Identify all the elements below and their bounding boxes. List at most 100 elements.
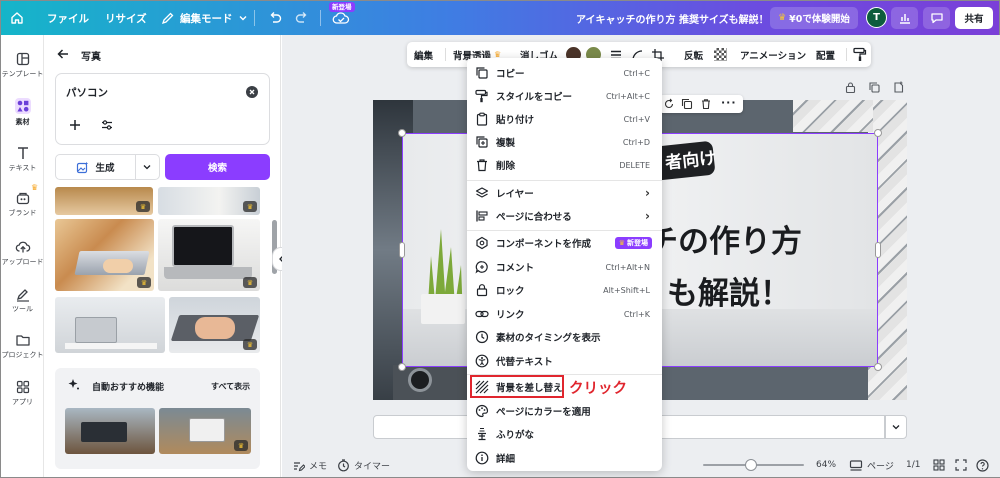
menu-item-create-component[interactable]: コンポーネントを作成 ♛ 新登場 — [467, 232, 662, 254]
back-button[interactable] — [56, 47, 70, 61]
help-button[interactable] — [976, 457, 989, 473]
insights-button[interactable] — [891, 7, 918, 29]
canvas-title-line1: チの作り方 — [647, 224, 802, 260]
resize-menu[interactable]: リサイズ — [105, 1, 147, 35]
rail-item-uploads[interactable]: アップロード — [1, 239, 44, 267]
share-button[interactable]: 共有 — [955, 7, 993, 29]
duplicate-page-button[interactable] — [868, 81, 881, 94]
info-icon — [475, 451, 489, 465]
duplicate-icon[interactable] — [681, 98, 693, 110]
crown-icon: ♛ — [137, 277, 151, 288]
more-options-icon[interactable]: ··· — [721, 96, 737, 109]
resize-handle[interactable] — [398, 129, 406, 137]
free-trial-button[interactable]: ♛ ¥0で体験開始 — [770, 7, 858, 29]
fullscreen-button[interactable] — [955, 457, 967, 473]
menu-item-copy-style[interactable]: スタイルをコピー Ctrl+Alt+C — [467, 85, 662, 107]
photo-thumbnail[interactable]: ♛ — [55, 187, 153, 215]
edit-mode-menu[interactable]: 編集モード — [161, 1, 248, 35]
side-rail: テンプレート 素材 テキスト ブランド ♛ アップロード ツール プロジェクト … — [1, 35, 44, 477]
add-page-button[interactable] — [892, 81, 905, 94]
photo-thumbnail[interactable] — [65, 408, 155, 454]
menu-item-alt-text[interactable]: 代替テキスト — [467, 350, 662, 372]
rail-item-draw[interactable]: ツール — [1, 286, 44, 314]
lock-icon — [845, 82, 856, 94]
pencil-icon — [161, 12, 174, 25]
rail-item-projects[interactable]: プロジェクト — [1, 332, 44, 360]
menu-item-paste[interactable]: 貼り付け Ctrl+V — [467, 108, 662, 130]
crown-icon: ♛ — [778, 13, 787, 23]
rail-item-text[interactable]: テキスト — [1, 145, 44, 173]
rail-item-apps[interactable]: アプリ — [1, 379, 44, 407]
notes-icon — [294, 461, 305, 471]
resize-handle[interactable] — [875, 242, 881, 258]
search-button[interactable]: 検索 — [165, 154, 270, 180]
notes-button[interactable]: メモ — [292, 457, 327, 473]
undo-button[interactable] — [267, 1, 283, 35]
transparency-icon[interactable] — [714, 48, 727, 61]
edit-image-button[interactable]: 編集 — [414, 42, 433, 67]
menu-item-copy[interactable]: コピー Ctrl+C — [467, 62, 662, 84]
menu-item-align-to-page[interactable]: ページに合わせる › — [467, 205, 662, 227]
photo-thumbnail[interactable]: ♛ — [55, 219, 154, 291]
magic-image-icon — [77, 161, 89, 173]
generate-button[interactable]: 生成 — [56, 155, 135, 179]
photo-thumbnail[interactable]: ♛ — [158, 187, 260, 215]
zoom-slider-handle[interactable] — [745, 459, 757, 471]
menu-item-furigana[interactable]: ふりがな — [467, 423, 662, 445]
flip-button[interactable]: 反転 — [684, 42, 703, 67]
timer-button[interactable]: タイマー — [337, 457, 390, 473]
menu-item-show-timing[interactable]: 素材のタイミングを表示 — [467, 326, 662, 348]
zoom-level[interactable]: 64% — [816, 457, 836, 473]
menu-item-details[interactable]: 詳細 — [467, 447, 662, 469]
comment-icon — [475, 261, 488, 274]
rotate-icon[interactable] — [663, 98, 675, 110]
grid-view-button[interactable] — [933, 457, 945, 473]
highlight-box — [470, 375, 564, 398]
redo-button[interactable] — [294, 1, 310, 35]
arrange-button[interactable]: 配置 — [816, 42, 835, 67]
rail-item-templates[interactable]: テンプレート — [1, 51, 44, 79]
grid-view-icon — [933, 459, 945, 471]
comments-button[interactable] — [923, 7, 950, 29]
photo-thumbnail[interactable]: ♛ — [169, 297, 260, 353]
menu-item-link[interactable]: リンク Ctrl+K — [467, 303, 662, 325]
add-filter-button[interactable] — [68, 118, 82, 132]
home-button[interactable] — [9, 1, 25, 35]
show-all-link[interactable]: すべて表示 — [211, 381, 250, 392]
crown-icon: ♛ — [136, 201, 150, 212]
text-icon — [17, 147, 28, 159]
palette-icon — [475, 404, 489, 418]
clear-search-button[interactable] — [246, 86, 258, 98]
photo-thumbnail[interactable] — [55, 297, 165, 353]
expand-notes-button[interactable] — [885, 415, 907, 439]
menu-item-delete[interactable]: 削除 DELETE — [467, 154, 662, 176]
photo-thumbnail[interactable]: ♛ — [158, 219, 260, 291]
photo-thumbnail[interactable]: ♛ — [159, 408, 251, 454]
file-menu[interactable]: ファイル — [47, 1, 89, 35]
pages-button[interactable]: ページ — [849, 457, 894, 473]
menu-item-layer[interactable]: レイヤー › — [467, 182, 662, 204]
rail-label-templates: テンプレート — [1, 70, 44, 78]
menu-item-lock[interactable]: ロック Alt+Shift+L — [467, 279, 662, 301]
close-icon — [249, 89, 255, 95]
resize-handle[interactable] — [399, 242, 405, 258]
resize-handle[interactable] — [874, 129, 882, 137]
menu-item-apply-colors[interactable]: ページにカラーを適用 — [467, 400, 662, 422]
animation-button[interactable]: アニメーション — [740, 42, 806, 67]
generate-options-button[interactable] — [142, 162, 152, 172]
document-title[interactable]: アイキャッチの作り方 推奨サイズも解説！ — [576, 1, 769, 35]
search-input[interactable]: パソコン — [66, 85, 108, 100]
menu-item-duplicate[interactable]: 複製 Ctrl+D — [467, 131, 662, 153]
lock-page-button[interactable] — [844, 81, 857, 94]
menu-label: 代替テキスト — [496, 357, 553, 368]
menu-item-comment[interactable]: コメント Ctrl+Alt+N — [467, 256, 662, 278]
resize-handle[interactable] — [398, 363, 406, 371]
rail-item-brand[interactable]: ブランド — [1, 190, 44, 218]
filter-button[interactable] — [100, 118, 114, 132]
trash-icon[interactable] — [700, 98, 712, 110]
resize-handle[interactable] — [874, 363, 882, 371]
duplicate-icon — [476, 136, 488, 148]
rail-item-elements[interactable]: 素材 — [1, 97, 44, 127]
avatar[interactable]: T — [866, 7, 887, 28]
paint-roller-icon[interactable] — [853, 47, 867, 62]
